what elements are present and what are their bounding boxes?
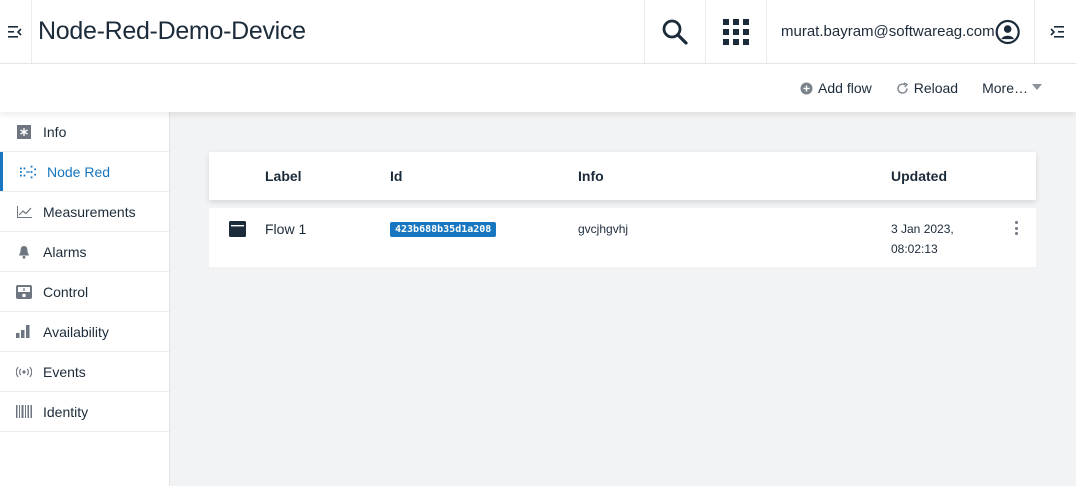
sidebar-item-label: Events xyxy=(43,363,86,380)
column-header-id[interactable]: Id xyxy=(390,168,402,184)
flow-info: gvcjhgvhj xyxy=(578,222,629,236)
sidebar-item-label: Availability xyxy=(43,323,109,340)
sidebar: Info Node Red Measurements Alarms Contro xyxy=(0,112,170,486)
sidebar-item-label: Info xyxy=(43,123,67,140)
more-dropdown[interactable]: More… xyxy=(982,80,1042,96)
sidebar-item-control[interactable]: Control xyxy=(0,272,169,312)
reload-label: Reload xyxy=(913,80,959,96)
sidebar-item-identity[interactable]: Identity xyxy=(0,392,169,432)
bell-icon xyxy=(16,244,32,260)
sidebar-item-label: Node Red xyxy=(47,163,111,180)
row-actions-menu-icon[interactable] xyxy=(1012,221,1020,235)
sidebar-item-label: Control xyxy=(43,283,89,300)
sidebar-item-label: Identity xyxy=(43,403,89,420)
search-button[interactable] xyxy=(644,0,705,63)
page-title: Node-Red-Demo-Device xyxy=(38,17,306,45)
sidebar-item-measurements[interactable]: Measurements xyxy=(0,192,169,232)
flow-updated-time: 08:02:13 xyxy=(891,242,938,256)
line-chart-icon xyxy=(16,204,32,220)
bar-chart-icon xyxy=(16,324,32,340)
archive-box-icon xyxy=(229,221,246,240)
sidebar-item-events[interactable]: Events xyxy=(0,352,169,392)
top-bar: Node-Red-Demo-Device murat.bayram@softwa… xyxy=(0,0,1076,64)
sidebar-item-label: Alarms xyxy=(43,243,87,260)
table-header: Label Id Info Updated xyxy=(209,152,1036,200)
more-label: More… xyxy=(982,80,1028,96)
plus-circle-icon xyxy=(800,82,813,95)
add-flow-button[interactable]: Add flow xyxy=(800,80,872,96)
sidebar-item-availability[interactable]: Availability xyxy=(0,312,169,352)
reload-button[interactable]: Reload xyxy=(896,80,958,96)
sidebar-item-node-red[interactable]: Node Red xyxy=(0,152,169,192)
user-email: murat.bayram@softwareag.com xyxy=(781,23,995,40)
apps-grid-icon xyxy=(723,18,749,45)
add-flow-label: Add flow xyxy=(818,80,872,96)
barcode-icon xyxy=(16,404,32,420)
user-menu[interactable]: murat.bayram@softwareag.com xyxy=(766,0,1034,63)
column-header-updated[interactable]: Updated xyxy=(891,168,947,184)
right-drawer-toggle[interactable] xyxy=(1034,0,1076,63)
table-row[interactable]: Flow 1 423b688b35d1a208 gvcjhgvhj 3 Jan … xyxy=(209,208,1036,267)
flow-updated-date: 3 Jan 2023, xyxy=(891,222,954,236)
caret-down-icon xyxy=(1032,84,1042,90)
column-header-label[interactable]: Label xyxy=(265,168,302,184)
user-avatar-icon xyxy=(995,19,1020,44)
sidebar-item-label: Measurements xyxy=(43,203,136,220)
app-switcher-button[interactable] xyxy=(705,0,766,63)
column-header-info[interactable]: Info xyxy=(578,168,604,184)
info-icon xyxy=(16,124,32,140)
menu-collapse-icon xyxy=(7,25,22,38)
action-bar: Add flow Reload More… xyxy=(0,64,1076,112)
flows-table: Label Id Info Updated Flow 1 423b688b35d… xyxy=(209,152,1036,267)
search-icon xyxy=(662,19,688,45)
flow-id-badge: 423b688b35d1a208 xyxy=(390,222,497,237)
control-icon xyxy=(16,284,32,300)
left-drawer-toggle[interactable] xyxy=(0,0,32,63)
right-drawer-icon xyxy=(1049,25,1064,38)
broadcast-icon xyxy=(16,364,32,380)
reload-icon xyxy=(896,81,909,95)
sidebar-item-info[interactable]: Info xyxy=(0,112,169,152)
flow-label[interactable]: Flow 1 xyxy=(265,221,306,237)
node-red-icon xyxy=(20,164,36,180)
sidebar-item-alarms[interactable]: Alarms xyxy=(0,232,169,272)
